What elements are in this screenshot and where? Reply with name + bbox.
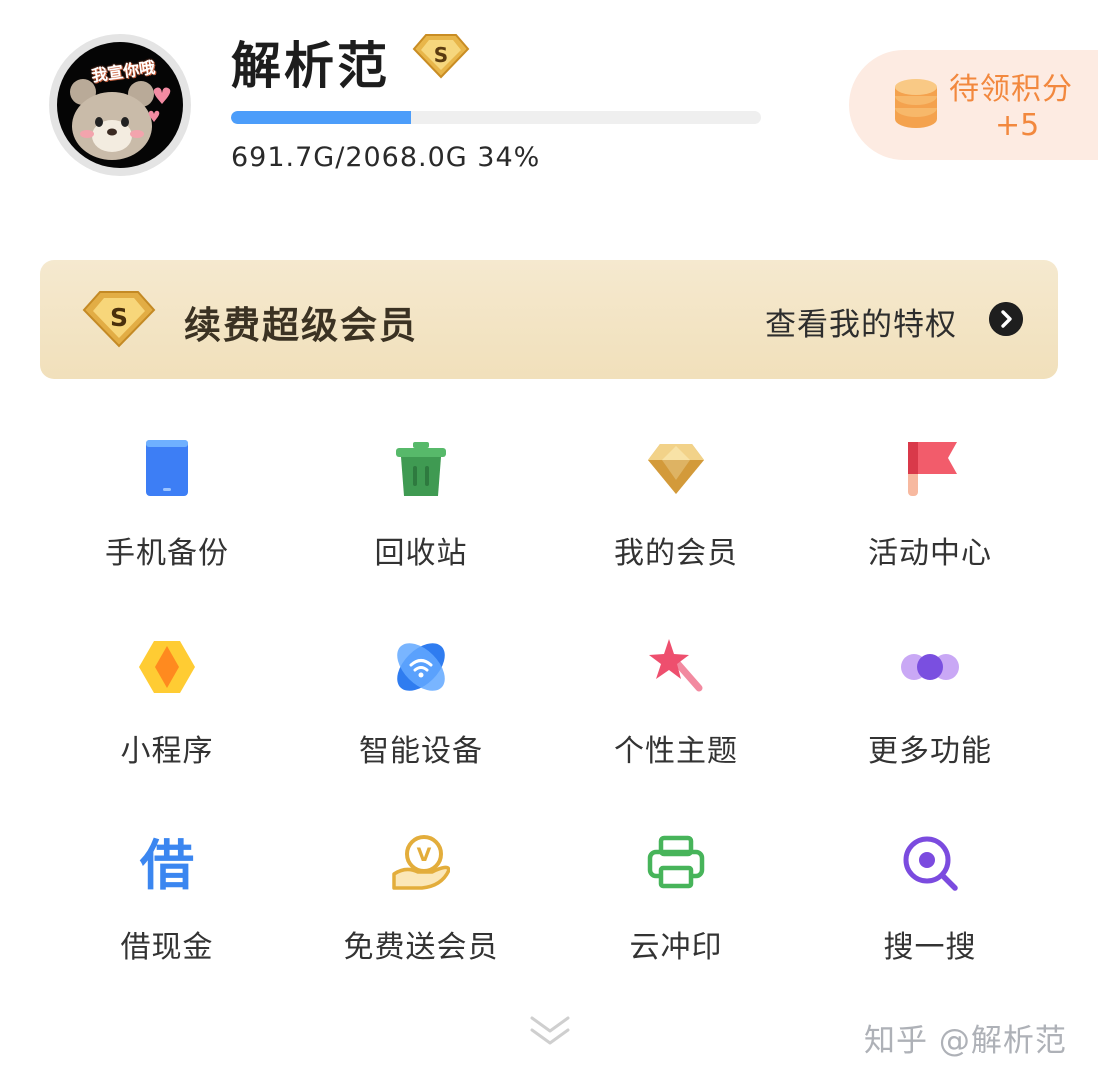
grid-item-label: 免费送会员 bbox=[343, 930, 499, 965]
grid-item-recycle-bin[interactable]: 回收站 bbox=[311, 440, 531, 610]
diamond-icon bbox=[648, 444, 704, 494]
avatar-image: 我宣你哦 bbox=[57, 42, 183, 168]
grid-item-label: 借现金 bbox=[120, 930, 214, 965]
grid-item-label: 回收站 bbox=[374, 536, 468, 571]
renew-super-vip-banner[interactable]: S 续费超级会员 查看我的特权 bbox=[40, 260, 1058, 379]
storage-progress-bar bbox=[231, 111, 761, 124]
free-vip-icon: V bbox=[392, 835, 450, 890]
grid-item-phone-backup[interactable]: 手机备份 bbox=[57, 440, 277, 610]
storage-progress-fill bbox=[231, 111, 412, 124]
grid-item-label: 我的会员 bbox=[614, 536, 738, 571]
vip-s-badge-icon: S bbox=[412, 34, 470, 79]
phone-backup-icon bbox=[146, 440, 188, 496]
grid-item-label: 小程序 bbox=[120, 734, 214, 769]
grid-item-activity-center[interactable]: 活动中心 bbox=[820, 440, 1040, 610]
smart-device-icon bbox=[397, 643, 445, 691]
pending-points-label: 待领积分 bbox=[949, 72, 1073, 107]
borrow-cash-glyph: 借 bbox=[139, 834, 194, 892]
coin-stack-icon bbox=[895, 79, 937, 128]
grid-item-personal-theme[interactable]: 个性主题 bbox=[566, 638, 786, 808]
username: 解析范 bbox=[231, 37, 390, 95]
banner-badge-letter: S bbox=[110, 303, 128, 332]
view-privileges-link[interactable]: 查看我的特权 bbox=[765, 299, 957, 344]
grid-item-more-features[interactable]: 更多功能 bbox=[820, 638, 1040, 808]
grid-item-borrow-cash[interactable]: 借 借现金 bbox=[57, 834, 277, 1004]
trash-icon bbox=[396, 442, 446, 496]
grid-item-label: 智能设备 bbox=[359, 734, 483, 769]
free-vip-glyph: V bbox=[417, 844, 432, 866]
grid-item-label: 个性主题 bbox=[614, 734, 738, 769]
avatar[interactable]: 我宣你哦 bbox=[49, 34, 191, 176]
grid-item-label: 更多功能 bbox=[868, 734, 992, 769]
grid-item-smart-device[interactable]: 智能设备 bbox=[311, 638, 531, 808]
grid-item-label: 活动中心 bbox=[868, 536, 992, 571]
storage-usage-text: 691.7G/2068.0G 34% bbox=[231, 142, 541, 173]
grid-item-mini-program[interactable]: 小程序 bbox=[57, 638, 277, 808]
grid-item-free-vip[interactable]: V 免费送会员 bbox=[311, 834, 531, 1004]
search-icon bbox=[903, 836, 958, 891]
printer-icon bbox=[647, 835, 705, 889]
vip-badge-letter: S bbox=[434, 43, 448, 67]
more-dots-icon bbox=[901, 654, 959, 680]
mini-program-icon bbox=[139, 641, 195, 693]
banner-title: 续费超级会员 bbox=[184, 304, 418, 347]
grid-item-search[interactable]: 搜一搜 bbox=[820, 834, 1040, 1004]
grid-item-label: 手机备份 bbox=[105, 536, 229, 571]
grid-item-label: 云冲印 bbox=[629, 930, 723, 965]
watermark: 知乎 @解析范 bbox=[864, 1023, 1067, 1059]
double-chevron-down-icon[interactable] bbox=[528, 1014, 572, 1048]
flag-icon bbox=[908, 442, 957, 496]
pending-points-button[interactable]: 待领积分 +5 bbox=[849, 50, 1098, 160]
grid-item-my-membership[interactable]: 我的会员 bbox=[566, 440, 786, 610]
borrow-cash-icon: 借 bbox=[139, 834, 194, 892]
chevron-right-icon[interactable] bbox=[989, 302, 1023, 336]
grid-item-label: 搜一搜 bbox=[883, 930, 977, 965]
grid-item-cloud-print[interactable]: 云冲印 bbox=[566, 834, 786, 1004]
theme-wand-icon bbox=[649, 639, 703, 692]
super-vip-s-icon: S bbox=[82, 291, 156, 348]
pending-points-count: +5 bbox=[995, 108, 1040, 143]
